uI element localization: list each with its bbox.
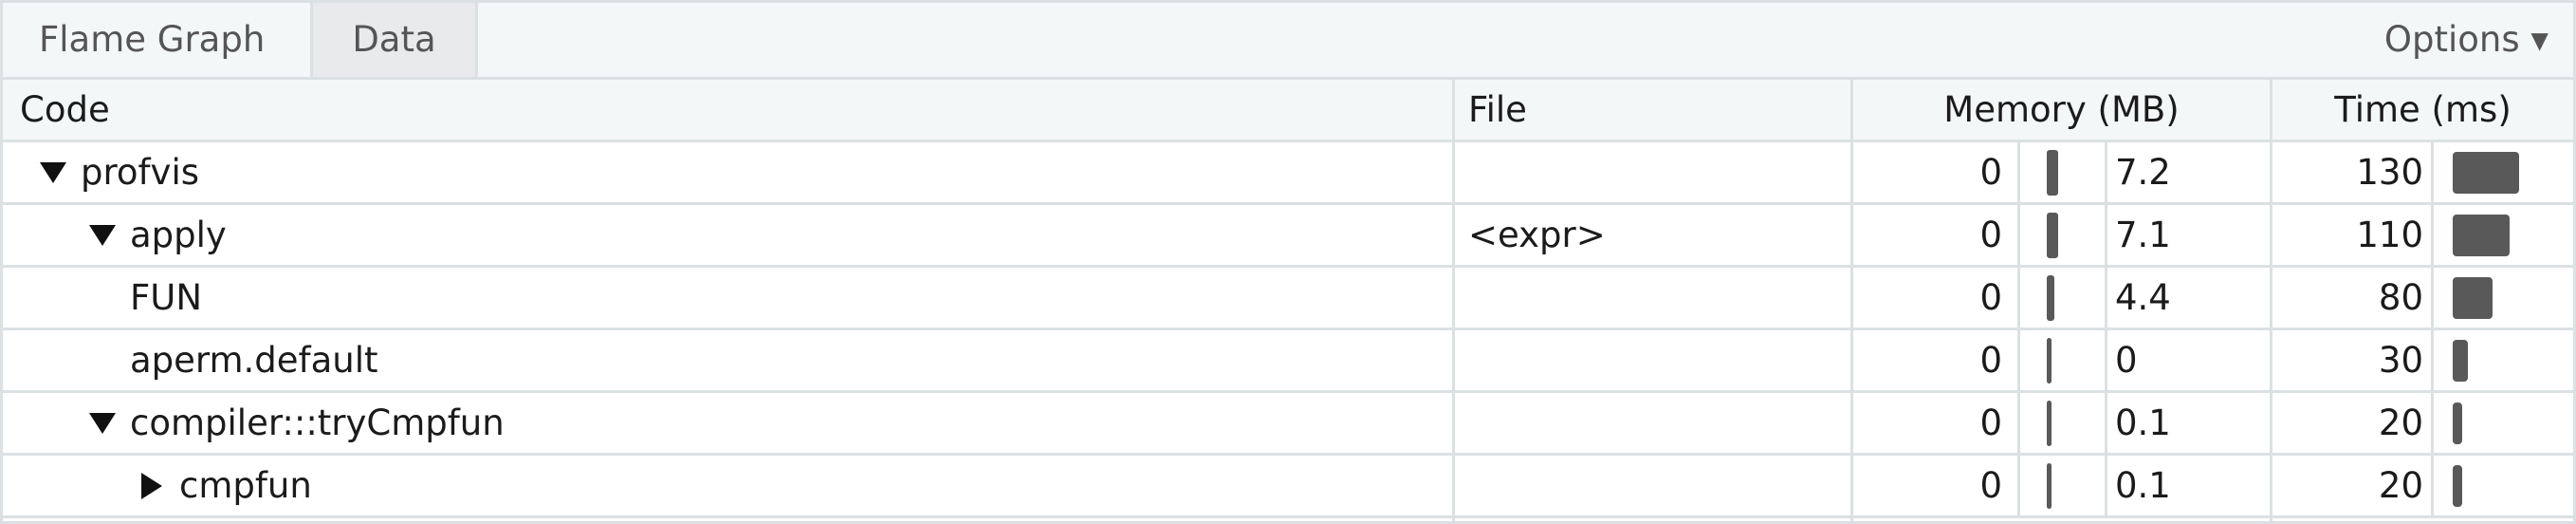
function-name: profvis (81, 152, 200, 193)
memory-alloc: 7.2 (2107, 142, 2272, 205)
expand-toggle-icon[interactable] (136, 456, 168, 515)
time-value: 110 (2272, 205, 2434, 268)
memory-bar-cell (2020, 393, 2107, 456)
code-cell: cmpfun (0, 456, 1455, 518)
time-bar (2453, 215, 2510, 256)
table-row-partial (0, 518, 2576, 524)
memory-bar (2047, 338, 2052, 384)
header-file[interactable]: File (1455, 80, 1853, 142)
expand-toggle-icon[interactable] (86, 205, 119, 265)
code-cell: FUN (0, 268, 1455, 330)
time-cell (2272, 518, 2576, 524)
memory-alloc: 0.1 (2107, 456, 2272, 518)
time-value: 20 (2272, 456, 2434, 518)
function-name: compiler:::tryCmpfun (130, 402, 505, 443)
file-cell (1455, 456, 1853, 518)
memory-dealloc: 0 (1853, 456, 2020, 518)
time-bar-cell (2434, 330, 2576, 393)
table-row[interactable]: profvis 0 7.2 130 (0, 142, 2576, 205)
tab-bar: Flame Graph Data Options ▾ (0, 0, 2576, 80)
memory-dealloc: 0 (1853, 142, 2020, 205)
memory-dealloc: 0 (1853, 268, 2020, 330)
table-row[interactable]: compiler:::tryCmpfun 0 0.1 20 (0, 393, 2576, 456)
time-bar-cell (2434, 142, 2576, 205)
tab-flame-graph[interactable]: Flame Graph (3, 3, 313, 77)
memory-bar-cell (2020, 205, 2107, 268)
function-name: apply (130, 215, 227, 255)
table-row[interactable]: FUN 0 4.4 80 (0, 268, 2576, 330)
header-time[interactable]: Time (ms) (2272, 80, 2576, 142)
table-row[interactable]: apply <expr> 0 7.1 110 (0, 205, 2576, 268)
memory-bar (2047, 275, 2054, 321)
time-value: 30 (2272, 330, 2434, 393)
time-value: 20 (2272, 393, 2434, 456)
code-cell: profvis (0, 142, 1455, 205)
time-bar-cell (2434, 205, 2576, 268)
file-cell (1455, 518, 1853, 524)
time-bar (2453, 402, 2462, 444)
function-name: cmpfun (179, 465, 312, 506)
code-cell (0, 518, 1455, 524)
memory-alloc: 0 (2107, 330, 2272, 393)
file-cell: <expr> (1455, 205, 1853, 268)
memory-bar (2047, 213, 2058, 258)
memory-bar-cell (2020, 268, 2107, 330)
expand-toggle-icon[interactable] (37, 142, 69, 202)
memory-bar (2047, 463, 2052, 509)
memory-alloc: 0.1 (2107, 393, 2272, 456)
function-name: FUN (130, 277, 203, 318)
options-dropdown[interactable]: Options ▾ (2384, 3, 2548, 77)
time-bar-cell (2434, 268, 2576, 330)
memory-dealloc: 0 (1853, 393, 2020, 456)
time-value: 130 (2272, 142, 2434, 205)
file-cell (1455, 268, 1853, 330)
time-bar (2453, 340, 2468, 382)
memory-dealloc: 0 (1853, 205, 2020, 268)
memory-bar (2047, 401, 2052, 446)
code-cell: aperm.default (0, 330, 1455, 393)
memory-cell (1853, 518, 2272, 524)
code-cell: compiler:::tryCmpfun (0, 393, 1455, 456)
memory-bar-cell (2020, 456, 2107, 518)
memory-bar-cell (2020, 142, 2107, 205)
memory-bar-cell (2020, 330, 2107, 393)
header-code[interactable]: Code (0, 80, 1455, 142)
time-value: 80 (2272, 268, 2434, 330)
time-bar-cell (2434, 393, 2576, 456)
time-bar (2453, 152, 2519, 194)
time-bar (2453, 277, 2493, 319)
expand-toggle-icon[interactable] (86, 393, 119, 453)
file-cell (1455, 330, 1853, 393)
time-bar (2453, 465, 2462, 507)
tab-data[interactable]: Data (313, 3, 478, 77)
memory-alloc: 4.4 (2107, 268, 2272, 330)
table-row[interactable]: aperm.default 0 0 30 (0, 330, 2576, 393)
memory-alloc: 7.1 (2107, 205, 2272, 268)
code-cell: apply (0, 205, 1455, 268)
file-cell (1455, 142, 1853, 205)
table-header: Code File Memory (MB) Time (ms) (0, 80, 2576, 142)
function-name: aperm.default (130, 340, 378, 381)
memory-bar (2047, 150, 2058, 196)
header-memory[interactable]: Memory (MB) (1853, 80, 2272, 142)
memory-dealloc: 0 (1853, 330, 2020, 393)
table-row[interactable]: cmpfun 0 0.1 20 (0, 456, 2576, 518)
time-bar-cell (2434, 456, 2576, 518)
file-cell (1455, 393, 1853, 456)
